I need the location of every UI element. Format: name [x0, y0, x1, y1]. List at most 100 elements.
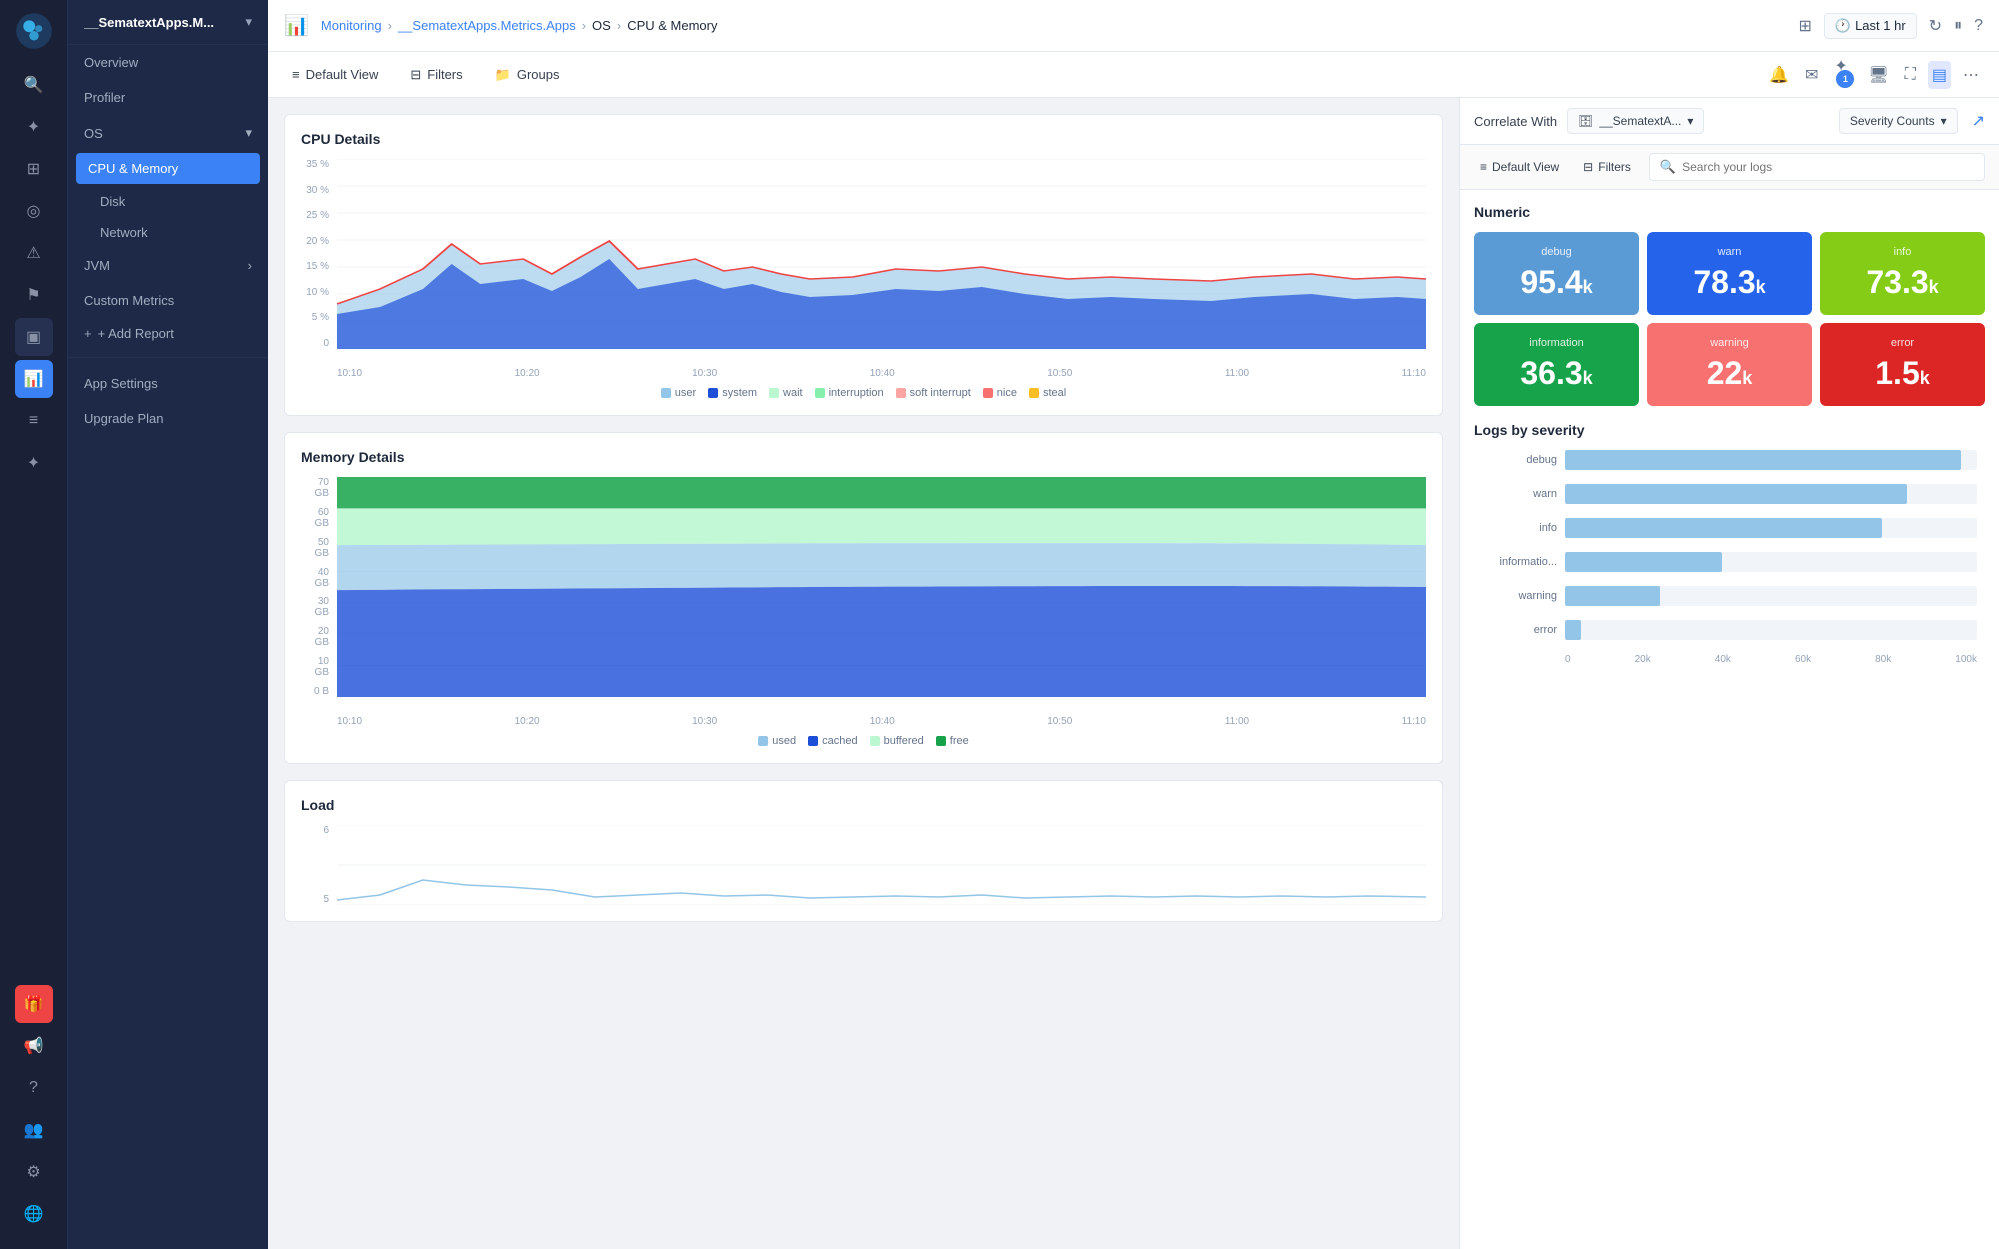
- flag-icon[interactable]: ⚑: [15, 276, 53, 314]
- megaphone-icon[interactable]: 📢: [15, 1027, 53, 1065]
- help-circle-icon[interactable]: ?: [1974, 17, 1983, 35]
- globe-icon[interactable]: ◎: [15, 192, 53, 230]
- app-logo[interactable]: [15, 12, 53, 50]
- info-label: info: [1836, 246, 1969, 258]
- severity-card-info[interactable]: info 73.3k: [1820, 232, 1985, 315]
- default-view-button[interactable]: ≡ Default View: [284, 63, 386, 86]
- gift-icon[interactable]: 🎁: [15, 985, 53, 1023]
- groups-label: Groups: [517, 67, 560, 82]
- severity-card-debug[interactable]: debug 95.4k: [1474, 232, 1639, 315]
- refresh-icon[interactable]: ↻: [1929, 16, 1942, 36]
- expand-icon[interactable]: ⛶: [1901, 62, 1920, 88]
- right-filters-button[interactable]: ⊟ Filters: [1577, 157, 1637, 177]
- apps-grid-icon[interactable]: ⊞: [1798, 16, 1811, 36]
- breadcrumb-os: OS: [592, 18, 611, 33]
- screen-icon[interactable]: 🖥: [1864, 61, 1892, 89]
- time-range-label: Last 1 hr: [1855, 18, 1906, 33]
- time-range-selector[interactable]: 🕐 Last 1 hr: [1824, 13, 1917, 39]
- grid-icon[interactable]: ⊞: [15, 150, 53, 188]
- jvm-label: JVM: [84, 258, 110, 273]
- menu-icon: ≡: [292, 67, 300, 82]
- main-area: 📊 Monitoring › __SematextApps.Metrics.Ap…: [268, 0, 1999, 1249]
- pause-icon[interactable]: ⏸: [1954, 17, 1962, 35]
- cpu-x-axis: 10:10 10:20 10:30 10:40 10:50 11:00 11:1…: [337, 368, 1426, 379]
- sidebar-item-overview[interactable]: Overview: [68, 45, 268, 80]
- severity-card-information[interactable]: information 36.3k: [1474, 323, 1639, 406]
- search-icon[interactable]: 🔍: [15, 66, 53, 104]
- sidebar-item-profiler[interactable]: Profiler: [68, 80, 268, 115]
- topbar-logo: 📊: [284, 13, 309, 38]
- logs-bar-chart: debug warn info informatio...: [1474, 450, 1985, 665]
- breadcrumb-app[interactable]: __SematextApps.Metrics.Apps: [398, 18, 576, 33]
- nav-app-header[interactable]: __SematextApps.M... ▾: [68, 0, 268, 45]
- topbar: 📊 Monitoring › __SematextApps.Metrics.Ap…: [268, 0, 1999, 52]
- log-search-input[interactable]: [1682, 160, 1974, 174]
- legend-user: user: [661, 387, 696, 399]
- breadcrumb-page: CPU & Memory: [627, 18, 717, 33]
- filters-button[interactable]: ⊟ Filters: [402, 63, 470, 87]
- cpu-chart-title: CPU Details: [301, 131, 1426, 147]
- list-icon[interactable]: ≡: [15, 402, 53, 440]
- network-label: Network: [100, 225, 148, 240]
- email-icon[interactable]: ✉: [1801, 61, 1822, 89]
- memory-chart-card: Memory Details 70 GB 60 GB 50 GB 40 GB 3…: [284, 432, 1443, 764]
- layout-icon[interactable]: ▤: [1928, 61, 1951, 89]
- chevron-down-icon2: ▾: [1941, 114, 1947, 128]
- right-filters-label: Filters: [1598, 160, 1631, 174]
- cpu-legend: user system wait interruption: [301, 387, 1426, 399]
- users-icon[interactable]: 👥: [15, 1111, 53, 1149]
- error-value: 1.5k: [1836, 355, 1969, 392]
- clock-icon: 🕐: [1835, 18, 1851, 34]
- box-icon[interactable]: ▣: [15, 318, 53, 356]
- memory-chart: 70 GB 60 GB 50 GB 40 GB 30 GB 20 GB 10 G…: [301, 477, 1426, 727]
- groups-button[interactable]: 📁 Groups: [487, 63, 568, 87]
- nav-panel: __SematextApps.M... ▾ Overview Profiler …: [68, 0, 268, 1249]
- nav-app-chevron[interactable]: ▾: [245, 14, 252, 30]
- information-value: 36.3k: [1490, 355, 1623, 392]
- bell-icon[interactable]: 🔔: [1765, 61, 1793, 89]
- cpu-chart-card: CPU Details 35 % 30 % 25 % 20 % 15 % 10 …: [284, 114, 1443, 416]
- sidebar-item-upgrade-plan[interactable]: Upgrade Plan: [68, 401, 268, 436]
- puzzle-icon[interactable]: ✦: [15, 444, 53, 482]
- sidebar-item-add-report[interactable]: + + Add Report: [68, 318, 268, 349]
- load-chart-area: 6 5: [301, 825, 1426, 905]
- log-search-wrapper[interactable]: 🔍: [1649, 153, 1985, 181]
- bar-row-warn: warn: [1482, 484, 1977, 504]
- memory-y-axis: 70 GB 60 GB 50 GB 40 GB 30 GB 20 GB 10 G…: [301, 477, 333, 697]
- error-label: error: [1836, 337, 1969, 349]
- sidebar-item-network[interactable]: Network: [68, 217, 268, 248]
- topbar-right: ⊞ 🕐 Last 1 hr ↻ ⏸ ?: [1798, 13, 1983, 39]
- globe2-icon[interactable]: 🌐: [15, 1195, 53, 1233]
- chart-icon[interactable]: 📊: [15, 360, 53, 398]
- legend-free: free: [936, 735, 969, 747]
- right-default-view-button[interactable]: ≡ Default View: [1474, 157, 1565, 177]
- correlate-app-select[interactable]: 🗄 __SematextA... ▾: [1567, 108, 1704, 134]
- legend-soft-interrupt: soft interrupt: [896, 387, 971, 399]
- correlate-severity-select[interactable]: Severity Counts ▾: [1839, 108, 1958, 134]
- external-link-icon[interactable]: ↗: [1972, 111, 1985, 131]
- sidebar-item-os[interactable]: OS ▾: [68, 115, 268, 151]
- sidebar-item-app-settings[interactable]: App Settings: [68, 366, 268, 401]
- sidebar-item-cpu-memory[interactable]: CPU & Memory: [76, 153, 260, 184]
- disk-label: Disk: [100, 194, 125, 209]
- alert-icon[interactable]: ⚠: [15, 234, 53, 272]
- logs-by-severity-title: Logs by severity: [1474, 422, 1985, 438]
- severity-card-warn[interactable]: warn 78.3k: [1647, 232, 1812, 315]
- legend-steal: steal: [1029, 387, 1066, 399]
- magic-icon[interactable]: ✦ 1: [1830, 52, 1856, 98]
- severity-card-error[interactable]: error 1.5k: [1820, 323, 1985, 406]
- right-toolbar: ≡ Default View ⊟ Filters 🔍: [1460, 145, 1999, 190]
- legend-interruption: interruption: [815, 387, 884, 399]
- rocket-icon[interactable]: ✦: [15, 108, 53, 146]
- memory-x-axis: 10:10 10:20 10:30 10:40 10:50 11:00 11:1…: [337, 716, 1426, 727]
- sidebar-item-jvm[interactable]: JVM ›: [68, 248, 268, 283]
- sidebar-item-custom-metrics[interactable]: Custom Metrics: [68, 283, 268, 318]
- filter-icon: ⊟: [410, 67, 421, 83]
- more-options-icon[interactable]: ⋯: [1959, 61, 1983, 89]
- settings-icon[interactable]: ⚙: [15, 1153, 53, 1191]
- severity-card-warning[interactable]: warning 22k: [1647, 323, 1812, 406]
- breadcrumb-monitoring[interactable]: Monitoring: [321, 18, 382, 33]
- sidebar-item-disk[interactable]: Disk: [68, 186, 268, 217]
- overview-label: Overview: [84, 55, 138, 70]
- help-icon[interactable]: ?: [15, 1069, 53, 1107]
